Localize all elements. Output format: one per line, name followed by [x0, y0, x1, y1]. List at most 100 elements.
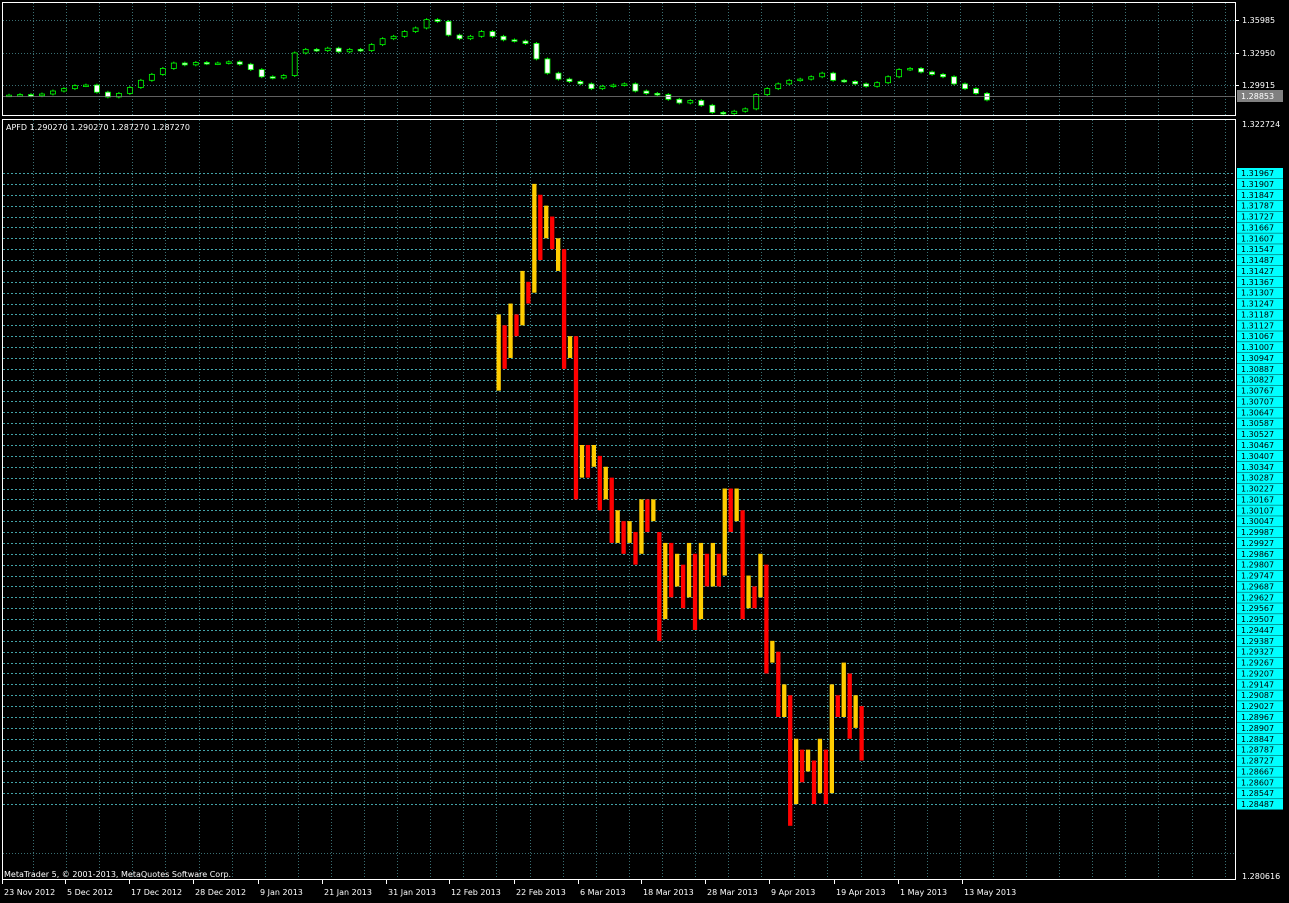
price-level-label: 1.31547 — [1241, 245, 1274, 254]
candle-body — [170, 62, 177, 69]
price-level-label: 1.30827 — [1241, 376, 1274, 385]
apfd-bar — [811, 760, 817, 805]
indicator-axis-top: 1.322724 — [1242, 120, 1280, 129]
candle-body — [841, 79, 848, 83]
apfd-bar — [651, 499, 656, 522]
candle-body — [324, 47, 331, 51]
candle-body — [467, 35, 474, 40]
candle-body — [929, 71, 935, 75]
price-level-label: 1.30107 — [1241, 506, 1274, 515]
price-level-label: 1.31787 — [1241, 202, 1274, 211]
price-level-label: 1.29927 — [1241, 539, 1274, 548]
time-label: 5 Dec 2012 — [67, 888, 113, 897]
apfd-bar — [639, 499, 644, 554]
price-level-label: 1.29327 — [1241, 648, 1274, 657]
price-level-label: 1.30407 — [1241, 452, 1274, 461]
candle-body — [126, 87, 133, 94]
apfd-bar — [514, 314, 519, 337]
price-level-label: 1.29567 — [1241, 604, 1274, 613]
candle-body — [544, 58, 551, 74]
candle-body — [137, 79, 144, 88]
time-label: 28 Mar 2013 — [707, 888, 758, 897]
price-level-label: 1.29447 — [1241, 626, 1274, 635]
candle-body — [830, 72, 837, 81]
apfd-bar — [657, 532, 662, 641]
apfd-bar — [823, 749, 829, 805]
price-level-label: 1.31847 — [1241, 191, 1274, 200]
price-level-label: 1.30347 — [1241, 463, 1274, 472]
price-level-label: 1.31667 — [1241, 223, 1274, 232]
candle-body — [797, 78, 804, 82]
current-price-label: 1.28853 — [1241, 92, 1274, 101]
apfd-bar — [740, 510, 745, 620]
candle-body — [159, 68, 166, 75]
apfd-bar — [603, 466, 608, 500]
apfd-bar — [573, 336, 579, 500]
candle-body — [335, 47, 342, 53]
price-level-label: 1.31187 — [1241, 310, 1274, 319]
candle-body — [17, 94, 23, 97]
candle-body — [50, 90, 56, 95]
candle-body — [874, 82, 881, 87]
candle-body — [280, 75, 287, 79]
candle-body — [247, 63, 254, 71]
candle-body — [357, 48, 364, 52]
price-level-label: 1.29207 — [1241, 669, 1274, 678]
price-level-label: 1.31907 — [1241, 180, 1274, 189]
price-level-label: 1.29747 — [1241, 572, 1274, 581]
apfd-bar — [835, 695, 840, 717]
candle-body — [28, 94, 34, 97]
time-label: 13 May 2013 — [964, 888, 1016, 897]
candle-body — [951, 76, 957, 85]
indicator-axis-bottom: 1.280616 — [1242, 872, 1280, 881]
time-label: 28 Dec 2012 — [195, 888, 246, 897]
candle-body — [225, 61, 232, 64]
apfd-bar — [853, 695, 858, 728]
candle-body — [478, 31, 485, 37]
apfd-bar — [770, 640, 775, 663]
price-level-label: 1.31967 — [1241, 169, 1274, 178]
candle-body — [863, 83, 870, 87]
price-level-label: 1.30887 — [1241, 365, 1274, 374]
price-level-label: 1.28667 — [1241, 767, 1274, 776]
price-level-label: 1.30467 — [1241, 441, 1274, 450]
time-label: 17 Dec 2012 — [131, 888, 182, 897]
apfd-bar — [788, 695, 793, 826]
price-level-label: 1.30707 — [1241, 397, 1274, 406]
chart-canvas[interactable]: 1.35985 1.32950 1.29915 1.28853 1.31967 1.31… — [0, 0, 1289, 903]
price-level-label: 1.29507 — [1241, 615, 1274, 624]
candle-body — [214, 62, 221, 65]
candle-body — [852, 81, 859, 85]
price-level-label: 1.29027 — [1241, 702, 1274, 711]
price-level-label: 1.29807 — [1241, 561, 1274, 570]
price-level-label: 1.31487 — [1241, 256, 1274, 265]
candle-body — [390, 35, 397, 40]
price-level-label: 1.31367 — [1241, 278, 1274, 287]
apfd-bar — [847, 673, 852, 739]
apfd-bar — [645, 499, 650, 533]
candle-body — [522, 40, 529, 44]
candle-body — [83, 84, 89, 87]
time-label: 31 Jan 2013 — [388, 888, 436, 897]
candle-body — [610, 84, 617, 87]
time-label: 22 Feb 2013 — [516, 888, 566, 897]
candle-body — [401, 31, 408, 37]
candle-body — [566, 78, 573, 82]
candle-body — [654, 93, 661, 96]
candle-body — [599, 85, 606, 90]
indicator-price-axis: 1.319671.319071.318471.317871.317271.316… — [1237, 120, 1283, 881]
candle-body — [742, 108, 749, 112]
apfd-bar — [615, 510, 620, 543]
candle-body — [940, 73, 946, 78]
price-level-label: 1.31007 — [1241, 343, 1274, 352]
candle-body — [621, 83, 628, 86]
candle-body — [192, 62, 199, 66]
time-label: 1 May 2013 — [900, 888, 947, 897]
candle-body — [181, 62, 188, 66]
price-level-label: 1.29627 — [1241, 593, 1274, 602]
price-level-label: 1.28727 — [1241, 757, 1274, 766]
price-level-label: 1.28607 — [1241, 778, 1274, 787]
candle-body — [203, 62, 210, 65]
apfd-bar — [698, 542, 704, 620]
apfd-bar — [829, 684, 834, 794]
